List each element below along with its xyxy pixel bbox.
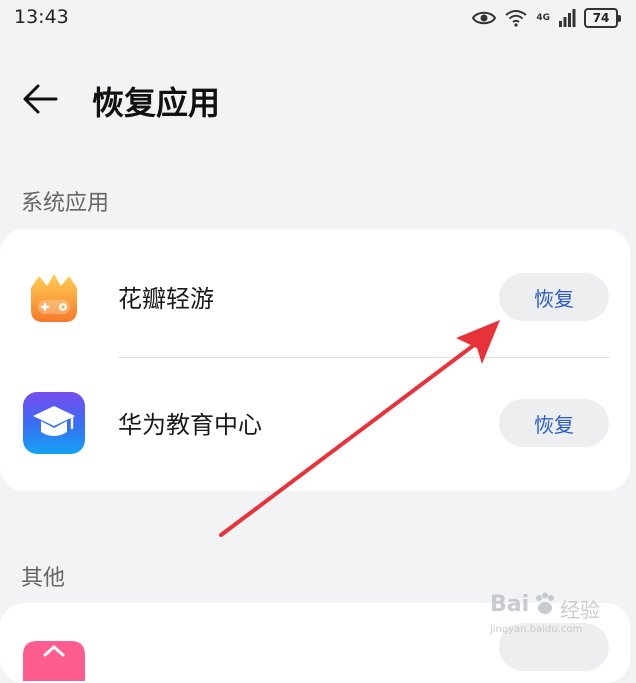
game-pad-icon <box>31 274 77 322</box>
arrow-left-icon <box>23 84 58 114</box>
wifi-icon <box>505 10 527 27</box>
list-item: 华为教育中心 恢复 <box>0 361 630 485</box>
status-time: 13:43 <box>14 6 69 28</box>
list-item: 花瓣轻游 恢复 <box>0 235 630 359</box>
app-name: 华为教育中心 <box>118 411 262 439</box>
signal-icon <box>559 9 576 27</box>
watermark-url: jingyan.baidu.com <box>490 624 583 635</box>
page-title: 恢复应用 <box>92 84 221 122</box>
page-header: 恢复应用 <box>0 70 636 126</box>
app-name: 花瓣轻游 <box>118 285 214 313</box>
divider <box>118 357 610 358</box>
eye-icon <box>472 11 497 25</box>
battery-icon: 74 <box>584 8 621 28</box>
section-label-system: 系统应用 <box>21 191 110 216</box>
network-type-label: 4G <box>536 12 550 23</box>
restore-button[interactable]: 恢复 <box>499 273 609 321</box>
baidu-watermark: Bai 经验 jingyan.baidu.com <box>488 590 608 640</box>
section-label-other: 其他 <box>21 566 66 591</box>
status-bar: 13:43 4G 74 <box>0 0 636 36</box>
restore-button[interactable]: 恢复 <box>499 399 609 447</box>
system-apps-card: 花瓣轻游 恢复 华为教育中心 恢复 <box>0 229 630 491</box>
app-icon-pink <box>23 641 85 681</box>
graduation-cap-icon <box>23 392 85 454</box>
watermark-brand: Bai <box>490 592 530 617</box>
watermark-brand-suffix: 经验 <box>560 598 600 622</box>
battery-level: 74 <box>592 11 610 25</box>
paw-icon <box>536 592 554 614</box>
status-icons: 4G 74 <box>472 7 621 29</box>
back-button[interactable] <box>18 76 64 122</box>
